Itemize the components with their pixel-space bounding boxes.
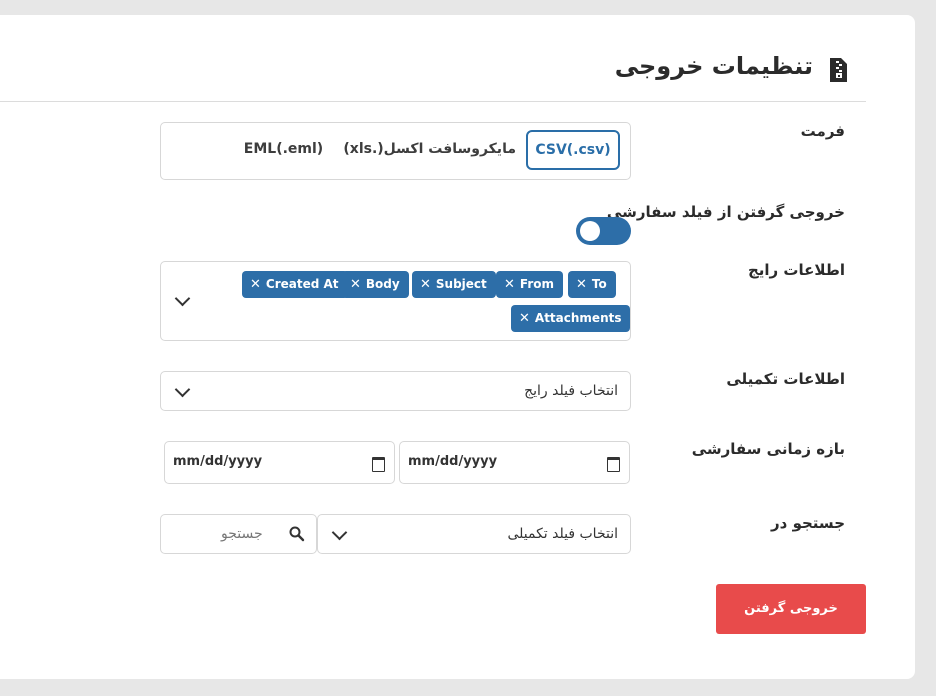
search-input[interactable]: جستجو [160,514,317,554]
custom-field-label: خروجی گرفتن از فیلد سفارشی [606,203,845,221]
custom-field-toggle[interactable] [576,217,631,245]
extra-info-label: اطلاعات تکمیلی [726,370,845,388]
calendar-icon[interactable] [372,457,385,472]
date-from-value: mm/dd/yyyy [408,454,498,469]
card-header: تنظیمات خروجی [0,15,866,102]
search-in-label: جستجو در [771,514,845,532]
tag-attachments[interactable]: ✕ Attachments [511,305,631,332]
calendar-icon[interactable] [607,457,620,472]
search-field-select[interactable]: انتخاب فیلد تکمیلی [317,514,631,554]
toggle-knob [580,221,600,241]
common-info-multiselect[interactable]: ✕ To ✕ From ✕ Subject ✕ Body ✕ Created At ✕ At… [160,261,631,341]
tag-label: Created At [265,277,339,291]
format-option-xls[interactable]: مایکروسافت اکسل(.xls) [343,130,516,170]
extra-info-placeholder: انتخاب فیلد رایج [524,383,618,399]
date-to-value: mm/dd/yyyy [173,454,263,469]
remove-tag-icon[interactable]: ✕ [420,277,431,292]
format-option-csv[interactable]: CSV(.csv) [526,130,620,170]
remove-tag-icon[interactable]: ✕ [519,311,530,326]
search-field-placeholder: انتخاب فیلد تکمیلی [507,526,618,542]
zip-file-icon [830,58,847,82]
tag-label: Subject [435,277,487,291]
search-placeholder: جستجو [221,526,263,542]
tag-label: From [519,277,555,291]
tag-from[interactable]: ✕ From [496,271,564,298]
export-settings-card: تنظیمات خروجی فرمت CSV(.csv) مایکروسافت … [0,15,915,679]
tag-body[interactable]: ✕ Body [342,271,409,298]
tag-created-at[interactable]: ✕ Created At [242,271,348,298]
chevron-down-icon[interactable] [174,290,191,307]
tag-label: To [591,277,607,291]
common-info-label: اطلاعات رایج [747,261,845,279]
format-option-eml[interactable]: EML(.eml) [231,130,336,170]
export-button[interactable]: خروجی گرفتن [716,584,866,634]
tag-label: Body [365,277,400,291]
tag-subject[interactable]: ✕ Subject [412,271,496,298]
format-label: فرمت [800,122,845,140]
date-range-label: بازه زمانی سفارشی [691,440,845,458]
extra-info-select[interactable]: انتخاب فیلد رایج [160,371,631,411]
format-segmented-control: CSV(.csv) مایکروسافت اکسل(.xls) EML(.eml… [160,122,631,180]
date-to-input[interactable]: mm/dd/yyyy [164,441,395,484]
page-title: تنظیمات خروجی [614,52,813,80]
remove-tag-icon[interactable]: ✕ [576,277,587,292]
remove-tag-icon[interactable]: ✕ [504,277,515,292]
chevron-down-icon [174,381,191,398]
remove-tag-icon[interactable]: ✕ [350,277,361,292]
date-from-input[interactable]: mm/dd/yyyy [399,441,630,484]
remove-tag-icon[interactable]: ✕ [250,277,261,292]
search-icon [289,526,305,542]
tag-to[interactable]: ✕ To [568,271,616,298]
tag-label: Attachments [534,311,622,325]
chevron-down-icon [331,524,348,541]
